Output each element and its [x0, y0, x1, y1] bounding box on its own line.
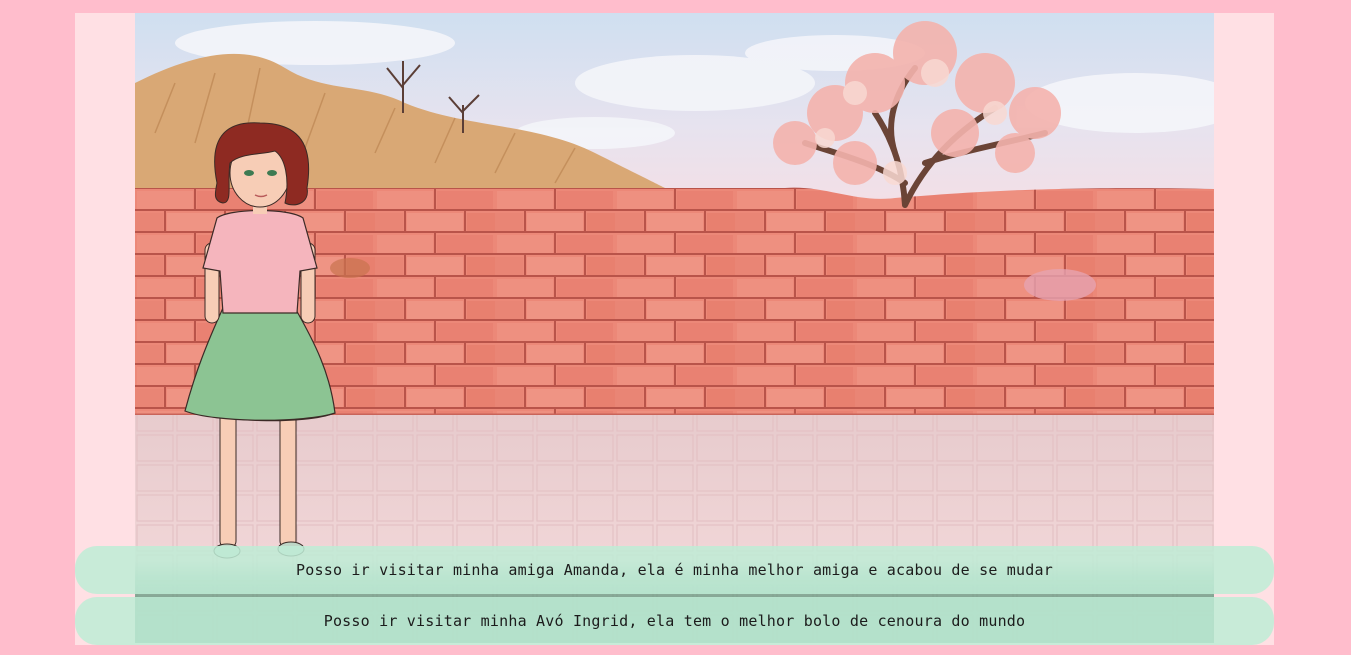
wall-patch — [330, 258, 370, 278]
choice-option-amanda[interactable]: Posso ir visitar minha amiga Amanda, ela… — [75, 546, 1274, 594]
wall-patch — [1024, 269, 1096, 301]
choice-option-ingrid[interactable]: Posso ir visitar minha Avó Ingrid, ela t… — [75, 597, 1274, 645]
choice-option-label: Posso ir visitar minha amiga Amanda, ela… — [296, 561, 1053, 579]
choice-option-label: Posso ir visitar minha Avó Ingrid, ela t… — [323, 612, 1026, 630]
